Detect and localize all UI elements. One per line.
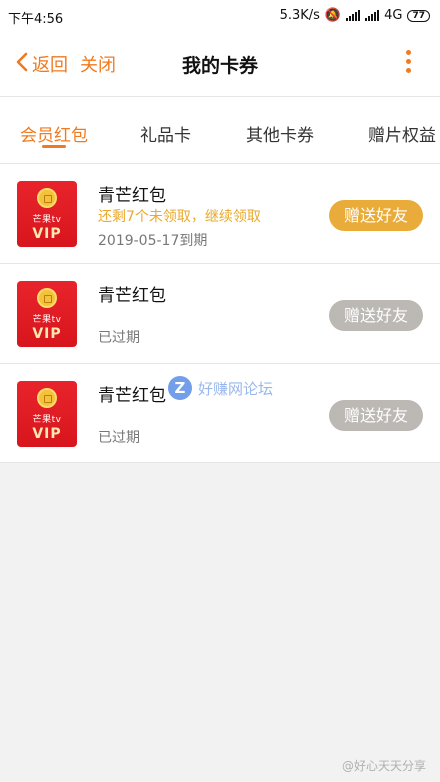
- vip-redpacket-thumbnail: 芒果tv VIP: [17, 281, 77, 347]
- coupon-expiry: 2019-05-17到期: [98, 233, 208, 249]
- tab-gift-card[interactable]: 礼品卡: [140, 121, 191, 146]
- vip-redpacket-thumbnail: 芒果tv VIP: [17, 181, 77, 247]
- coin-icon: [37, 388, 57, 408]
- page-title: 我的卡券: [181, 55, 258, 77]
- coupon-title: 青芒红包: [98, 186, 166, 206]
- active-tab-indicator: [42, 145, 66, 148]
- vip-redpacket-thumbnail: 芒果tv VIP: [17, 381, 77, 447]
- thumb-brand: 芒果tv: [32, 215, 62, 225]
- coupon-row[interactable]: 芒果tv VIP 青芒红包 还剩7个未领取，继续领取 2019-05-17到期 …: [0, 164, 440, 264]
- status-bar: 下午4:56 5.3K/s 🔕 4G 77: [0, 0, 440, 32]
- thumb-vip-badge: VIP: [32, 226, 62, 242]
- network-speed: 5.3K/s: [279, 8, 320, 23]
- signal-icon-2: [365, 10, 380, 21]
- coupon-list: 芒果tv VIP 青芒红包 还剩7个未领取，继续领取 2019-05-17到期 …: [0, 164, 440, 463]
- coupon-claim-note[interactable]: 还剩7个未领取，继续领取: [98, 206, 261, 226]
- gift-to-friend-button[interactable]: 赠送好友: [329, 200, 423, 231]
- coupon-title: 青芒红包: [98, 386, 166, 406]
- more-vertical-icon[interactable]: [406, 50, 412, 76]
- gift-to-friend-button[interactable]: 赠送好友: [329, 400, 423, 431]
- tab-member-redpacket[interactable]: 会员红包: [20, 121, 88, 146]
- app-header: 返回 关闭 我的卡券: [0, 32, 440, 96]
- forum-watermark: Z 好赚网论坛: [168, 376, 273, 400]
- thumb-brand: 芒果tv: [32, 415, 62, 425]
- signal-icon: [346, 10, 361, 21]
- status-time: 下午4:56: [8, 12, 64, 27]
- coin-icon: [37, 188, 57, 208]
- thumb-vip-badge: VIP: [32, 426, 62, 442]
- status-indicators: 5.3K/s 🔕 4G 77: [280, 8, 430, 23]
- mute-bell-icon: 🔕: [324, 8, 342, 23]
- forum-logo-icon: Z: [168, 376, 192, 400]
- gift-to-friend-button[interactable]: 赠送好友: [329, 300, 423, 331]
- network-type: 4G: [384, 8, 403, 23]
- coupon-row[interactable]: 芒果tv VIP 青芒红包 已过期 赠送好友: [0, 264, 440, 364]
- forum-watermark-text: 好赚网论坛: [198, 379, 274, 398]
- coupon-expiry: 已过期: [98, 330, 140, 346]
- tab-gifted-movie-rights[interactable]: 赠片权益: [368, 121, 436, 146]
- tab-other-coupons[interactable]: 其他卡券: [246, 121, 314, 146]
- thumb-brand: 芒果tv: [32, 315, 62, 325]
- tab-bar: 会员红包 礼品卡 其他卡券 赠片权益: [0, 96, 440, 164]
- coin-icon: [37, 288, 57, 308]
- thumb-vip-badge: VIP: [32, 326, 62, 342]
- coupon-expiry: 已过期: [98, 430, 140, 446]
- coupon-title: 青芒红包: [98, 286, 166, 306]
- battery-icon: 77: [407, 9, 430, 22]
- weibo-watermark: @好心天天分享: [341, 759, 426, 773]
